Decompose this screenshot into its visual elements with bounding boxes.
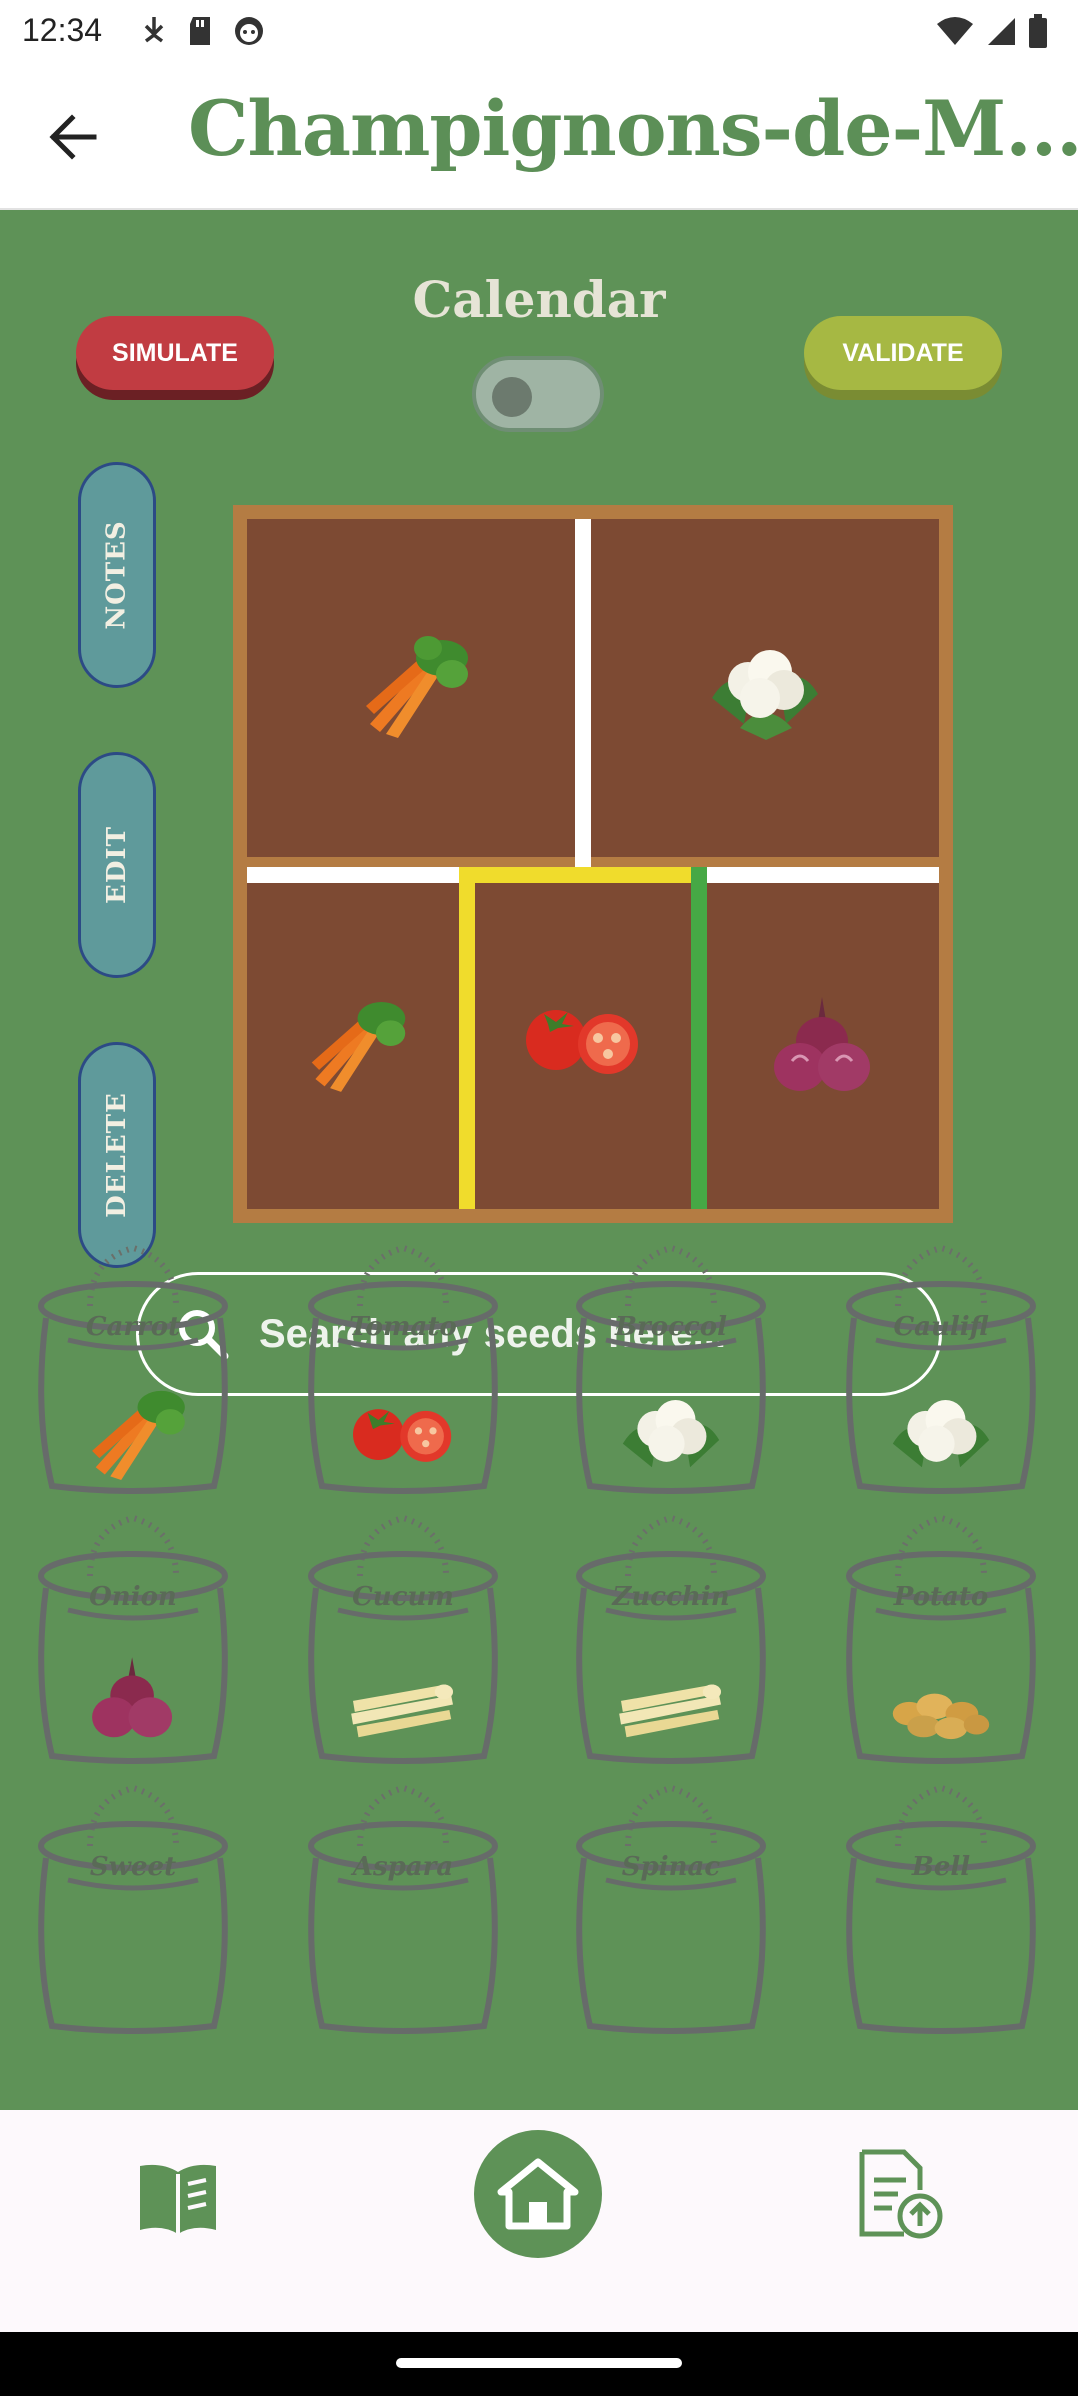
page-title: Champignons-de-M... xyxy=(188,84,1078,173)
status-icons-right xyxy=(936,14,1048,48)
selection-border-top xyxy=(459,867,707,883)
delete-tab[interactable]: DELETE xyxy=(78,1042,156,1268)
seed-bag-cucum[interactable]: Cucum xyxy=(298,1510,508,1768)
seed-bag-sweet[interactable]: Sweet xyxy=(28,1780,238,2038)
garden-plot-onion[interactable] xyxy=(707,883,939,1209)
white-asparagus-icon xyxy=(619,1684,721,1738)
carrot-icon xyxy=(366,636,468,738)
home-icon xyxy=(497,2158,579,2230)
seed-bag-spinac[interactable]: Spinac xyxy=(566,1780,776,2038)
tomato-icon xyxy=(353,1409,452,1462)
seed-bag-potato[interactable]: Potato xyxy=(836,1510,1046,1768)
book-icon xyxy=(140,2164,216,2234)
seed-name: Tomato xyxy=(349,1312,457,1342)
notes-tab-label: NOTES xyxy=(102,520,133,630)
potato-icon xyxy=(892,1693,990,1740)
carrot-icon xyxy=(92,1390,185,1480)
seed-name: Carrot xyxy=(85,1312,181,1342)
simulate-button[interactable]: SIMULATE xyxy=(76,316,274,390)
gesture-handle[interactable] xyxy=(396,2358,682,2368)
seed-bag-carrot[interactable]: Carrot xyxy=(28,1240,238,1498)
onion-icon xyxy=(92,1657,173,1738)
seed-bag-outline xyxy=(576,1784,766,2034)
nav-reports[interactable] xyxy=(846,2142,950,2246)
seed-bag-onion[interactable]: Onion xyxy=(28,1510,238,1768)
edit-tab-label: EDIT xyxy=(102,826,132,904)
status-icons-left xyxy=(140,14,266,48)
seed-bag-tomato[interactable]: Tomato xyxy=(298,1240,508,1498)
seed-name: Zucchin xyxy=(612,1582,730,1612)
selection-border-left xyxy=(459,867,475,1209)
garden-plot-carrot-2[interactable] xyxy=(247,883,459,1209)
gesture-area xyxy=(0,2332,1078,2396)
plot-divider-left xyxy=(247,867,459,883)
seed-name: Aspara xyxy=(352,1852,454,1882)
seed-name: Bell xyxy=(911,1852,971,1882)
seed-name: Caulifl xyxy=(893,1312,989,1342)
cauliflower-icon xyxy=(622,1400,720,1468)
nav-guide[interactable] xyxy=(128,2150,228,2246)
onion-icon xyxy=(774,997,870,1091)
arrow-back-icon xyxy=(49,114,97,160)
garden-screen: Calendar SIMULATE VALIDATE NOTES EDIT DE… xyxy=(0,210,1078,2110)
seed-name: Cucum xyxy=(352,1582,454,1612)
search-input[interactable]: Search any seeds here... xyxy=(136,1272,942,1396)
delete-tab-label: DELETE xyxy=(102,1092,133,1218)
cauliflower-icon xyxy=(712,650,818,740)
seed-name: Onion xyxy=(89,1582,177,1612)
app-bar: Champignons-de-M... xyxy=(0,62,1078,210)
garden-plot-carrot[interactable] xyxy=(247,519,575,857)
status-time: 12:34 xyxy=(22,12,103,48)
plot-divider-vertical xyxy=(575,519,591,867)
status-bar: 12:34 xyxy=(0,0,1078,62)
selection-border-right xyxy=(691,867,707,1209)
plot-divider-right xyxy=(707,867,939,883)
report-upload-icon xyxy=(859,2149,943,2239)
seed-bag-zucchin[interactable]: Zucchin xyxy=(566,1510,776,1768)
notes-tab[interactable]: NOTES xyxy=(78,462,156,688)
seed-bag-outline xyxy=(38,1784,228,2034)
calendar-toggle[interactable] xyxy=(472,356,604,432)
garden-plot-tomato-selected[interactable] xyxy=(459,869,707,1209)
validate-button[interactable]: VALIDATE xyxy=(804,316,1002,390)
bottom-nav xyxy=(0,2110,1078,2332)
sd-card-icon xyxy=(190,17,210,45)
toggle-knob xyxy=(492,377,532,417)
seed-bag-broccol[interactable]: Broccol xyxy=(566,1240,776,1498)
seed-name: Broccol xyxy=(615,1312,727,1342)
white-asparagus-icon xyxy=(351,1684,453,1738)
seed-bag-outline xyxy=(846,1784,1036,2034)
seed-bag-bell[interactable]: Bell xyxy=(836,1780,1046,2038)
seed-name: Sweet xyxy=(89,1852,177,1882)
wifi-icon xyxy=(937,17,973,45)
seed-bag-outline xyxy=(308,1784,498,2034)
face-icon xyxy=(235,17,263,45)
tomato-icon xyxy=(526,1010,638,1074)
carrot-icon xyxy=(311,1002,406,1092)
seed-bag-caulifl[interactable]: Caulifl xyxy=(836,1240,1046,1498)
download-arrow-icon xyxy=(144,17,164,43)
edit-tab[interactable]: EDIT xyxy=(78,752,156,978)
nav-home[interactable] xyxy=(474,2130,602,2258)
seed-bag-aspara[interactable]: Aspara xyxy=(298,1780,508,2038)
signal-icon xyxy=(988,18,1015,45)
battery-icon xyxy=(1029,14,1047,48)
seed-name: Spinac xyxy=(621,1852,721,1882)
seed-name: Potato xyxy=(893,1582,989,1612)
back-button[interactable] xyxy=(38,102,108,172)
garden-bed xyxy=(233,505,953,1223)
garden-plot-cauliflower[interactable] xyxy=(591,519,939,857)
cauliflower-icon xyxy=(892,1400,990,1468)
